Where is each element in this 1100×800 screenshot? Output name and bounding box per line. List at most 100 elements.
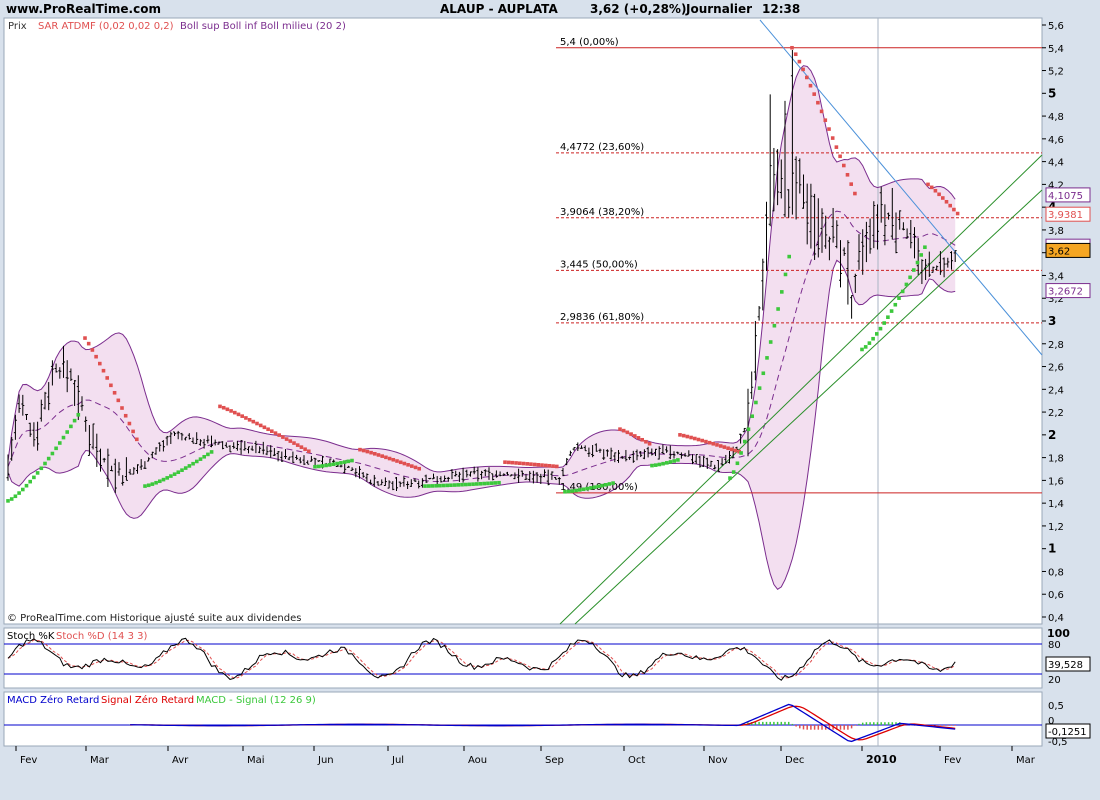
sar-dot [320, 464, 325, 468]
sar-dot [21, 487, 25, 492]
fib-label: 3,9064 (38,20%) [560, 207, 644, 218]
sar-dot [46, 456, 51, 461]
sar-dot [90, 348, 95, 352]
sar-dot [592, 485, 597, 489]
sar-dot [893, 302, 898, 307]
sar-dot [665, 461, 669, 465]
sar-dot [303, 447, 307, 452]
sar-dot [926, 182, 930, 187]
sar-legend: SAR ATDMF (0,02 0,02 0,2) [38, 21, 174, 32]
sar-dot [722, 445, 727, 449]
sar-dot [295, 443, 300, 447]
sar-dot [681, 433, 686, 438]
sar-dot [933, 188, 938, 193]
sar-dot [731, 470, 736, 474]
sar-dot [324, 463, 328, 468]
right-price-label: 3,2672 [1048, 287, 1083, 298]
right-price-label: 4,1075 [1048, 191, 1083, 202]
month-label: Mar [1016, 755, 1036, 766]
sar-dot [478, 481, 483, 486]
fib-label: 2,9836 (61,80%) [560, 312, 644, 323]
chart-area[interactable]: 5,65,45,254,84,64,44,243,83,63,43,232,82… [0, 0, 1100, 800]
sar-dot [43, 461, 47, 466]
sar-dot [816, 100, 820, 105]
sar-dot [585, 486, 589, 491]
sar-dot [244, 416, 248, 420]
sar-dot [518, 461, 522, 466]
sar-dot [61, 435, 66, 440]
sar-dot [685, 434, 690, 439]
sar-dot [101, 368, 106, 373]
sar-dot [127, 421, 132, 426]
sar-dot [105, 376, 109, 380]
price-panel[interactable] [3, 17, 1043, 625]
price-tick-label: 0,4 [1048, 613, 1064, 624]
footer-note: © ProRealTime.com Historique ajusté suit… [7, 612, 301, 624]
sar-dot [449, 483, 453, 488]
sar-dot [467, 482, 472, 487]
sar-dot [955, 211, 960, 216]
month-label: Fev [944, 755, 961, 766]
sar-dot [574, 488, 578, 493]
price-tick-label: 4,8 [1048, 112, 1064, 123]
sar-dot [783, 272, 788, 277]
sar-dot [169, 474, 173, 478]
month-label: Aou [468, 755, 487, 766]
sar-dot [339, 461, 343, 465]
sar-dot [69, 424, 73, 429]
sar-dot [225, 407, 230, 412]
sar-dot [361, 448, 366, 453]
sar-dot [426, 484, 431, 488]
price-tick-label: 5,2 [1048, 67, 1064, 78]
fib-label: 5,4 (0,00%) [560, 37, 619, 48]
sar-dot [776, 307, 780, 311]
price-tick-label: 2,8 [1048, 340, 1064, 351]
sar-dot [765, 356, 769, 360]
sar-dot [497, 480, 501, 485]
sar-dot [493, 481, 498, 485]
price-tick-label: 3,8 [1048, 226, 1064, 237]
sar-dot [251, 419, 256, 424]
sar-dot [135, 437, 139, 442]
sar-dot [657, 462, 662, 467]
sar-dot [506, 460, 511, 465]
sar-dot [607, 482, 612, 486]
sar-dot [845, 172, 850, 177]
sar-dot [445, 483, 449, 488]
price-tick-label: 1 [1048, 542, 1056, 556]
sar-dot [718, 444, 723, 448]
sar-dot [423, 484, 427, 488]
sar-dot [262, 425, 267, 430]
sar-dot [482, 481, 486, 486]
macd-tick-neg-0-5: -0,5 [1048, 737, 1068, 748]
sar-dot [948, 203, 952, 208]
sar-dot [183, 466, 188, 470]
sar-dot [693, 436, 697, 441]
sar-dot [146, 483, 151, 488]
sar-dot [240, 414, 244, 418]
sar-dot [875, 332, 879, 336]
sar-dot [384, 455, 388, 460]
sar-dot [849, 182, 853, 186]
sar-dot [395, 459, 399, 463]
sar-dot [28, 479, 32, 484]
sar-dot [923, 245, 927, 250]
sar-dot [373, 451, 377, 456]
price-tick-label: 3 [1048, 314, 1056, 328]
sar-dot [787, 254, 791, 259]
sar-dot [668, 460, 673, 464]
stoch-tick-100: 100 [1047, 627, 1070, 640]
sar-dot [195, 459, 199, 464]
sar-dot [255, 421, 259, 426]
sar-dot [510, 460, 515, 465]
sar-dot [120, 406, 124, 410]
stoch-panel[interactable] [3, 627, 1043, 689]
stoch-tick-80: 80 [1048, 640, 1061, 651]
sar-dot [941, 196, 945, 200]
sar-dot [529, 462, 533, 466]
sar-dot [218, 404, 222, 409]
sar-dot [676, 458, 680, 462]
sar-dot [434, 483, 438, 488]
month-label: Dec [785, 755, 804, 766]
sar-dot [131, 429, 135, 434]
